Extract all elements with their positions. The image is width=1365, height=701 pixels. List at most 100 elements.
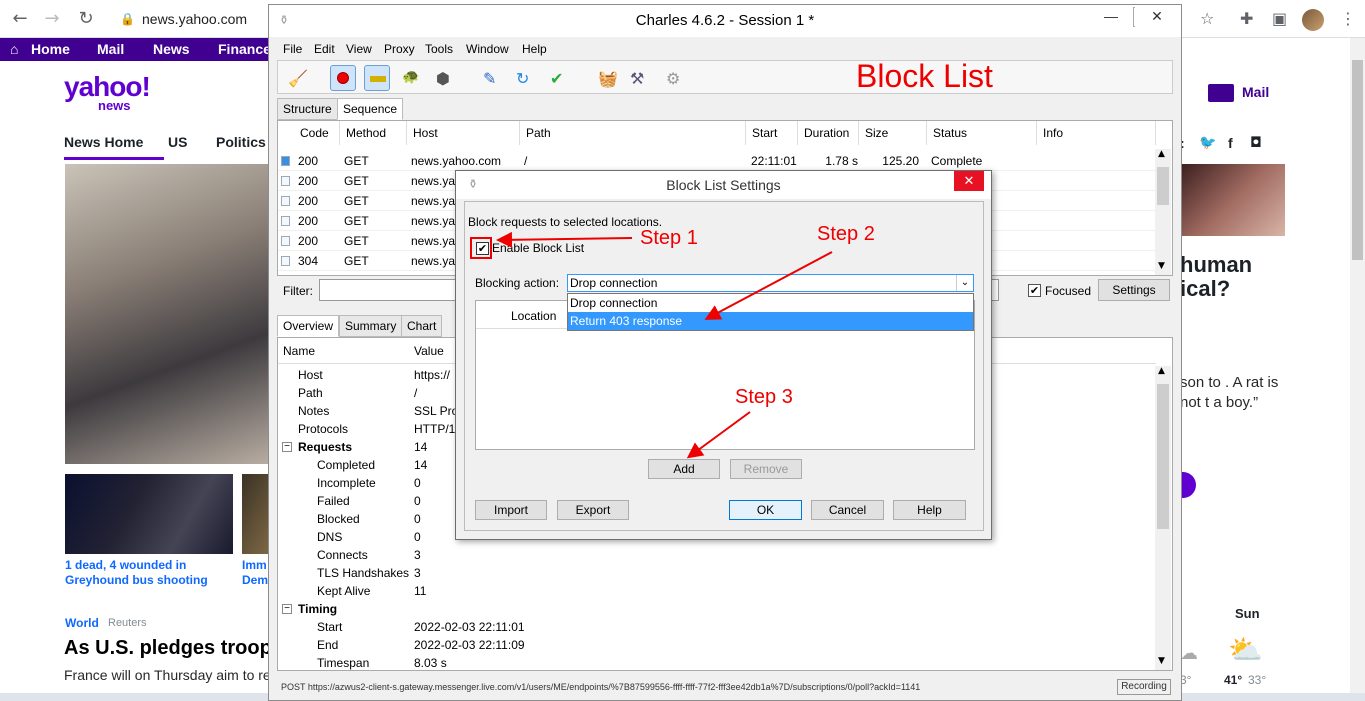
hero-image[interactable] (65, 164, 270, 464)
sidepanel-icon[interactable]: ▣ (1272, 9, 1287, 28)
avatar[interactable] (1302, 9, 1324, 31)
yahoo-logo[interactable]: yahoo! news (64, 73, 151, 113)
col-status[interactable]: Status (927, 121, 1037, 145)
reload-icon[interactable]: ↻ (76, 9, 96, 29)
section-label[interactable]: World (65, 616, 99, 630)
stop-icon[interactable]: ⬢ (436, 69, 454, 88)
app-icon: ⚱ (279, 13, 290, 27)
col-path[interactable]: Path (520, 121, 746, 145)
chevron-down-icon[interactable]: ⌄ (956, 275, 973, 291)
nav-home[interactable]: Home (31, 41, 70, 57)
article-headline[interactable]: As U.S. pledges troop (64, 637, 272, 660)
annotation-step3: Step 3 (735, 386, 793, 408)
cell-code: 200 (298, 234, 319, 248)
dialog-title: Block List Settings (456, 171, 991, 199)
back-icon[interactable]: ← (10, 9, 30, 29)
tab-summary[interactable]: Summary (339, 315, 403, 337)
menu-window[interactable]: Window (466, 42, 509, 56)
address-bar[interactable]: 🔒 news.yahoo.com (112, 6, 262, 32)
forward-icon[interactable]: → (42, 9, 62, 29)
request-icon (281, 256, 290, 266)
import-button[interactable]: Import (475, 500, 547, 520)
option-drop-connection[interactable]: Drop connection (568, 294, 973, 312)
check-icon[interactable]: ✔ (550, 69, 568, 88)
col-duration[interactable]: Duration (798, 121, 859, 145)
settings-gear-icon[interactable]: ⚙ (666, 69, 684, 88)
turtle-icon[interactable]: 🐢 (402, 69, 420, 87)
tab-chart[interactable]: Chart (401, 315, 443, 337)
mail-icon[interactable] (1208, 84, 1234, 102)
close-button[interactable]: ✕ (1135, 5, 1179, 29)
detail-value: 0 (414, 476, 421, 490)
cancel-button[interactable]: Cancel (811, 500, 884, 520)
detail-scrollbar[interactable]: ▲ ▼ (1155, 366, 1171, 670)
nav-news[interactable]: News (153, 41, 190, 57)
instagram-icon[interactable]: ◘ (1250, 135, 1262, 151)
story-headline[interactable]: human ical? (1180, 253, 1270, 301)
facebook-icon[interactable]: f (1228, 135, 1233, 151)
weather-high: 41° (1224, 673, 1243, 687)
menu-view[interactable]: View (346, 42, 372, 56)
col-start[interactable]: Start (746, 121, 798, 145)
pen-icon[interactable]: ✎ (483, 69, 501, 88)
record-button[interactable] (330, 65, 356, 91)
tab-sequence[interactable]: Sequence (337, 98, 404, 120)
help-button[interactable]: Help (893, 500, 966, 520)
menu-file[interactable]: File (283, 42, 302, 56)
recording-indicator[interactable]: Recording (1117, 679, 1171, 695)
menu-help[interactable]: Help (522, 42, 547, 56)
throttle-button[interactable] (364, 65, 390, 91)
tab-politics[interactable]: Politics (216, 134, 266, 150)
tools-icon[interactable]: ⚒ (630, 69, 648, 88)
basket-icon[interactable]: 🧺 (598, 69, 618, 88)
story-caption[interactable]: 1 dead, 4 wounded in Greyhound bus shoot… (65, 558, 225, 588)
menu-edit[interactable]: Edit (314, 42, 335, 56)
col-code[interactable]: Code (294, 121, 340, 145)
tab-structure[interactable]: Structure (277, 98, 338, 120)
mail-link[interactable]: Mail (1242, 84, 1269, 100)
tab-overview[interactable]: Overview (277, 315, 340, 337)
nav-finance[interactable]: Finance (218, 41, 271, 57)
add-button[interactable]: Add (648, 459, 720, 479)
annotation-step2: Step 2 (817, 223, 875, 245)
cell-status: Complete (931, 154, 983, 168)
extensions-icon[interactable]: ✚ (1240, 9, 1253, 28)
ok-button[interactable]: OK (729, 500, 802, 520)
col-info[interactable]: Info (1037, 121, 1156, 145)
export-button[interactable]: Export (557, 500, 629, 520)
remove-button[interactable]: Remove (730, 459, 802, 479)
refresh-icon[interactable]: ↻ (516, 69, 534, 88)
location-column[interactable]: Location (511, 309, 556, 323)
focused-checkbox[interactable]: ✔ (1028, 284, 1041, 297)
nav-mail[interactable]: Mail (97, 41, 124, 57)
star-icon[interactable]: ☆ (1200, 9, 1214, 28)
table-scrollbar[interactable]: ▲ ▼ (1155, 149, 1171, 275)
settings-button[interactable]: Settings (1098, 279, 1170, 301)
twitter-icon[interactable]: 🐦 (1199, 135, 1216, 151)
tab-news-home[interactable]: News Home (64, 134, 143, 150)
dialog-close-icon[interactable]: ✕ (954, 171, 984, 191)
broom-icon[interactable]: 🧹 (288, 69, 308, 88)
home-icon[interactable]: ⌂ (10, 41, 18, 57)
table-row[interactable]: 200 GET news.yahoo.com/22:11:01 1.78 s 125.2… (278, 151, 1156, 188)
enable-block-list-checkbox[interactable]: ✔ (476, 242, 489, 255)
detail-header-value: Value (414, 344, 444, 358)
story-image[interactable] (1180, 164, 1285, 236)
play-button[interactable] (1180, 472, 1196, 498)
collapse-icon[interactable]: − (282, 442, 292, 452)
blocking-action-select[interactable]: Drop connection ⌄ (567, 274, 974, 292)
col-size[interactable]: Size (859, 121, 927, 145)
col-method[interactable]: Method (340, 121, 407, 145)
page-scrollbar[interactable] (1350, 38, 1365, 701)
collapse-icon[interactable]: − (282, 604, 292, 614)
tab-us[interactable]: US (168, 134, 187, 150)
minimize-button[interactable]: — (1089, 5, 1133, 29)
story-caption[interactable]: Imm Dem (242, 558, 268, 588)
col-host[interactable]: Host (407, 121, 520, 145)
request-icon (281, 216, 290, 226)
menu-tools[interactable]: Tools (425, 42, 453, 56)
menu-icon[interactable]: ⋮ (1340, 9, 1356, 28)
option-return-403[interactable]: Return 403 response (568, 312, 973, 330)
menu-proxy[interactable]: Proxy (384, 42, 415, 56)
story-thumbnail[interactable] (65, 474, 233, 554)
